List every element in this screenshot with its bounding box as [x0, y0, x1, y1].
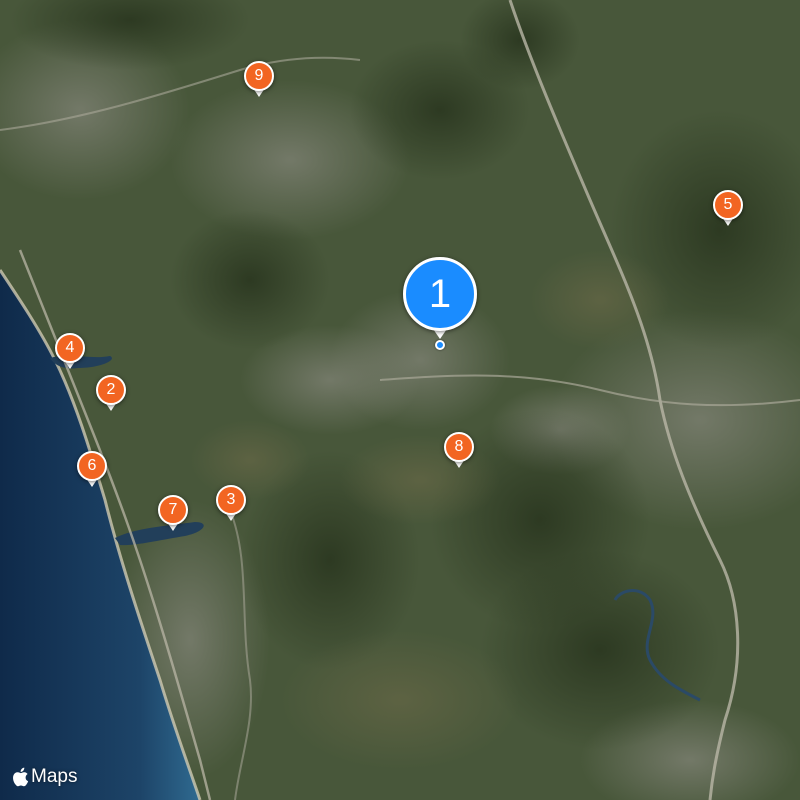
pin-label: 4	[55, 333, 85, 363]
maps-attribution[interactable]: Maps	[12, 766, 77, 788]
pin-label: 9	[244, 61, 274, 91]
pin-label: 8	[444, 432, 474, 462]
apple-logo-icon	[13, 767, 29, 787]
map-view[interactable]: 1 2 3 4 5 6 7 8 9 Maps	[0, 0, 800, 800]
map-pin-2[interactable]: 2	[96, 375, 126, 415]
map-pin-7[interactable]: 7	[158, 495, 188, 535]
pin-label: 7	[158, 495, 188, 525]
map-pin-5[interactable]: 5	[713, 190, 743, 230]
pin-label: 3	[216, 485, 246, 515]
current-location-dot	[435, 340, 445, 350]
attribution-text: Maps	[31, 766, 78, 787]
map-pin-3[interactable]: 3	[216, 485, 246, 525]
map-pin-1[interactable]: 1	[403, 257, 477, 341]
pin-label: 1	[403, 257, 477, 331]
map-pin-6[interactable]: 6	[77, 451, 107, 491]
pin-label: 6	[77, 451, 107, 481]
pin-label: 2	[96, 375, 126, 405]
map-pin-4[interactable]: 4	[55, 333, 85, 373]
map-pin-9[interactable]: 9	[244, 61, 274, 101]
pin-label: 5	[713, 190, 743, 220]
map-pin-8[interactable]: 8	[444, 432, 474, 472]
